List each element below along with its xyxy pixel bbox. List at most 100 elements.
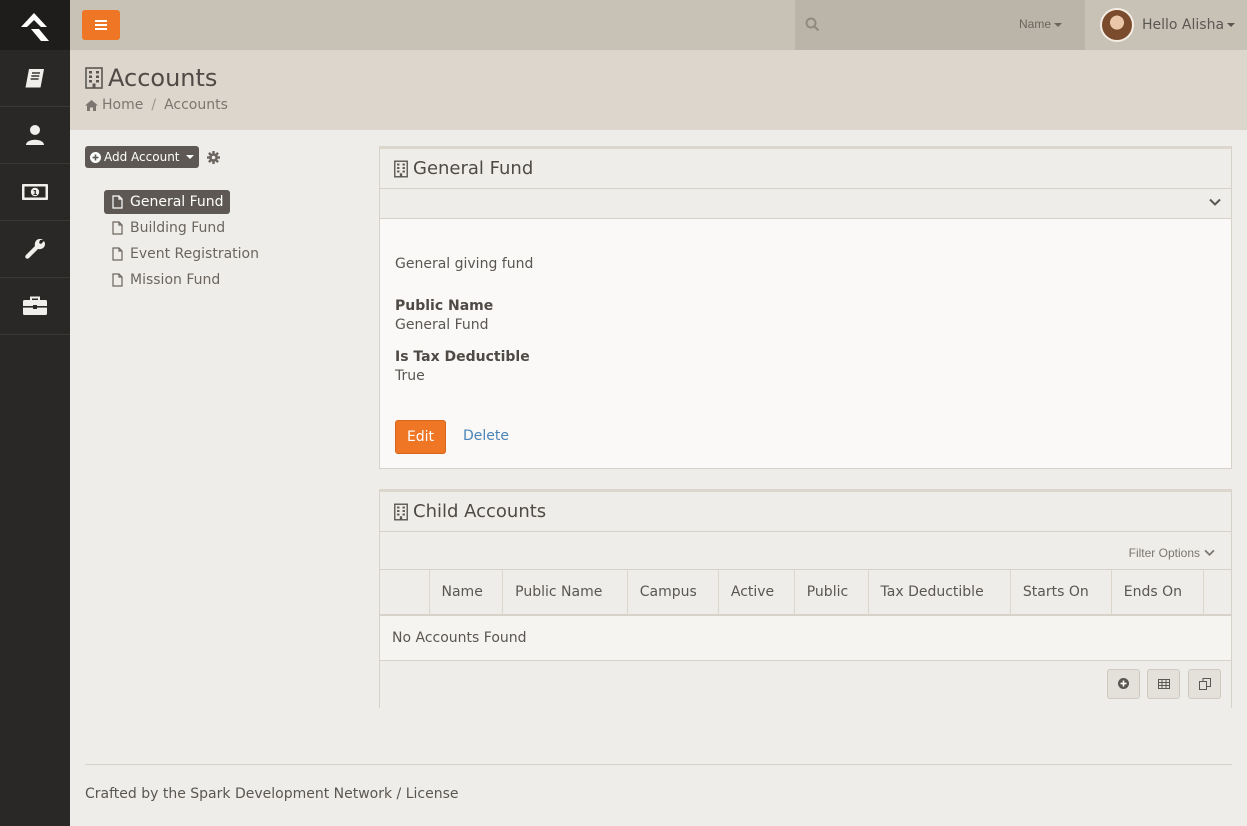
merge-template-button[interactable] bbox=[1188, 668, 1221, 699]
chevron-down-icon bbox=[1204, 549, 1215, 557]
sidebar: 1 bbox=[0, 0, 70, 826]
tree-item-label: Mission Fund bbox=[130, 272, 221, 288]
money-icon: 1 bbox=[22, 184, 48, 200]
breadcrumb-home[interactable]: Home bbox=[102, 97, 143, 113]
column-header-active[interactable]: Active bbox=[718, 570, 795, 616]
file-icon bbox=[112, 221, 123, 235]
panel-title: General Fund bbox=[413, 158, 534, 179]
plus-circle-icon bbox=[90, 151, 101, 163]
tree-item-label: Building Fund bbox=[130, 220, 226, 236]
breadcrumb-separator: / bbox=[151, 97, 157, 113]
file-icon bbox=[112, 195, 123, 209]
tree-item-general-fund[interactable]: General Fund bbox=[104, 190, 230, 214]
filter-options-toggle[interactable]: Filter Options bbox=[1129, 546, 1215, 560]
page-header: Accounts Home / Accounts bbox=[70, 50, 1247, 130]
column-header-starts-on[interactable]: Starts On bbox=[1010, 570, 1112, 616]
column-header-actions bbox=[1203, 570, 1231, 616]
hamburger-icon bbox=[95, 20, 107, 30]
footer-divider bbox=[85, 764, 1232, 765]
account-tree: General Fund Building Fund Event Registr… bbox=[104, 190, 344, 294]
nav-item-person[interactable] bbox=[0, 107, 70, 164]
user-greeting: Hello Alisha bbox=[1142, 17, 1225, 33]
search-filter-dropdown[interactable]: Name bbox=[1019, 17, 1063, 31]
chevron-down-icon bbox=[185, 155, 194, 159]
field-label: Is Tax Deductible bbox=[395, 349, 530, 365]
grid-actions bbox=[380, 660, 1231, 708]
field-value: General Fund bbox=[395, 317, 489, 333]
table-icon bbox=[1157, 678, 1170, 689]
chevron-down-icon bbox=[1227, 23, 1236, 27]
file-icon bbox=[112, 247, 123, 261]
column-header-select bbox=[380, 570, 430, 616]
detail-body: General giving fund Public Name General … bbox=[380, 256, 1231, 384]
empty-message: No Accounts Found bbox=[380, 615, 1231, 661]
top-bar: Name Hello Alisha bbox=[70, 0, 1247, 50]
add-child-account-button[interactable] bbox=[1107, 668, 1140, 699]
search-input[interactable] bbox=[829, 12, 999, 38]
briefcase-icon bbox=[23, 296, 47, 315]
tree-item-label: Event Registration bbox=[130, 246, 259, 262]
panel-heading: Child Accounts bbox=[380, 492, 1231, 532]
nav-item-admin-tools[interactable] bbox=[0, 221, 70, 278]
field-value: True bbox=[395, 368, 425, 384]
nav-item-book[interactable] bbox=[0, 50, 70, 107]
tree-item-event-registration[interactable]: Event Registration bbox=[104, 242, 265, 266]
svg-text:1: 1 bbox=[33, 189, 38, 197]
column-header-tax-deductible[interactable]: Tax Deductible bbox=[868, 570, 1011, 616]
footer-text: Crafted by the Spark Development Network… bbox=[85, 786, 459, 802]
account-description: General giving fund bbox=[395, 256, 534, 272]
filter-options-label: Filter Options bbox=[1128, 546, 1200, 560]
tree-item-mission-fund[interactable]: Mission Fund bbox=[104, 268, 226, 292]
building-icon bbox=[85, 67, 103, 89]
copy-icon bbox=[1198, 677, 1211, 690]
nav-item-finance[interactable]: 1 bbox=[0, 164, 70, 221]
breadcrumb: Home / Accounts bbox=[85, 97, 228, 113]
child-accounts-grid: Name Public Name Campus Active Public Ta… bbox=[380, 570, 1231, 661]
panel-drawer bbox=[380, 189, 1231, 219]
search-area: Name bbox=[795, 0, 1085, 50]
tree-item-building-fund[interactable]: Building Fund bbox=[104, 216, 231, 240]
chevron-down-icon[interactable] bbox=[1209, 198, 1221, 207]
column-header-public-name[interactable]: Public Name bbox=[502, 570, 628, 616]
field-tax-deductible: Is Tax Deductible True bbox=[395, 349, 1216, 384]
panel-title: Child Accounts bbox=[413, 501, 547, 522]
delete-link[interactable]: Delete bbox=[463, 428, 509, 444]
book-icon bbox=[25, 69, 44, 88]
child-accounts-panel: Child Accounts Filter Options Name Publi… bbox=[379, 489, 1232, 708]
rock-logo[interactable] bbox=[0, 0, 70, 50]
file-icon bbox=[112, 273, 123, 287]
home-icon bbox=[85, 99, 98, 111]
field-label: Public Name bbox=[395, 298, 494, 314]
chevron-down-icon bbox=[1054, 22, 1063, 27]
plus-circle-icon bbox=[1118, 678, 1129, 689]
column-header-public[interactable]: Public bbox=[794, 570, 869, 616]
column-header-ends-on[interactable]: Ends On bbox=[1111, 570, 1205, 616]
wrench-icon bbox=[25, 239, 45, 259]
edit-button[interactable]: Edit bbox=[395, 420, 446, 454]
column-header-name[interactable]: Name bbox=[429, 570, 504, 616]
tree-item-label: General Fund bbox=[130, 194, 224, 210]
page-title-text: Accounts bbox=[108, 64, 218, 92]
user-menu[interactable]: Hello Alisha bbox=[1085, 0, 1247, 50]
tree-toolbar: Add Account bbox=[85, 146, 220, 168]
add-account-button[interactable]: Add Account bbox=[85, 146, 199, 168]
account-detail-panel: General Fund General giving fund Public … bbox=[379, 146, 1232, 469]
avatar bbox=[1100, 8, 1134, 42]
person-icon bbox=[26, 125, 44, 145]
building-icon bbox=[394, 160, 408, 177]
table-row: No Accounts Found bbox=[380, 615, 1231, 661]
grid-header-row: Name Public Name Campus Active Public Ta… bbox=[380, 570, 1231, 616]
logo-icon bbox=[21, 13, 49, 41]
export-excel-button[interactable] bbox=[1147, 668, 1180, 699]
grid-filter-row: Filter Options bbox=[380, 532, 1231, 570]
building-icon bbox=[394, 503, 408, 520]
panel-heading: General Fund bbox=[380, 149, 1231, 189]
add-account-label: Add Account bbox=[104, 150, 180, 164]
search-filter-label: Name bbox=[1019, 17, 1052, 31]
column-header-campus[interactable]: Campus bbox=[627, 570, 719, 616]
page-title: Accounts bbox=[85, 64, 217, 92]
nav-item-tools[interactable] bbox=[0, 278, 70, 335]
menu-toggle-button[interactable] bbox=[82, 10, 120, 40]
gear-icon[interactable] bbox=[206, 150, 220, 164]
breadcrumb-current: Accounts bbox=[164, 97, 228, 113]
